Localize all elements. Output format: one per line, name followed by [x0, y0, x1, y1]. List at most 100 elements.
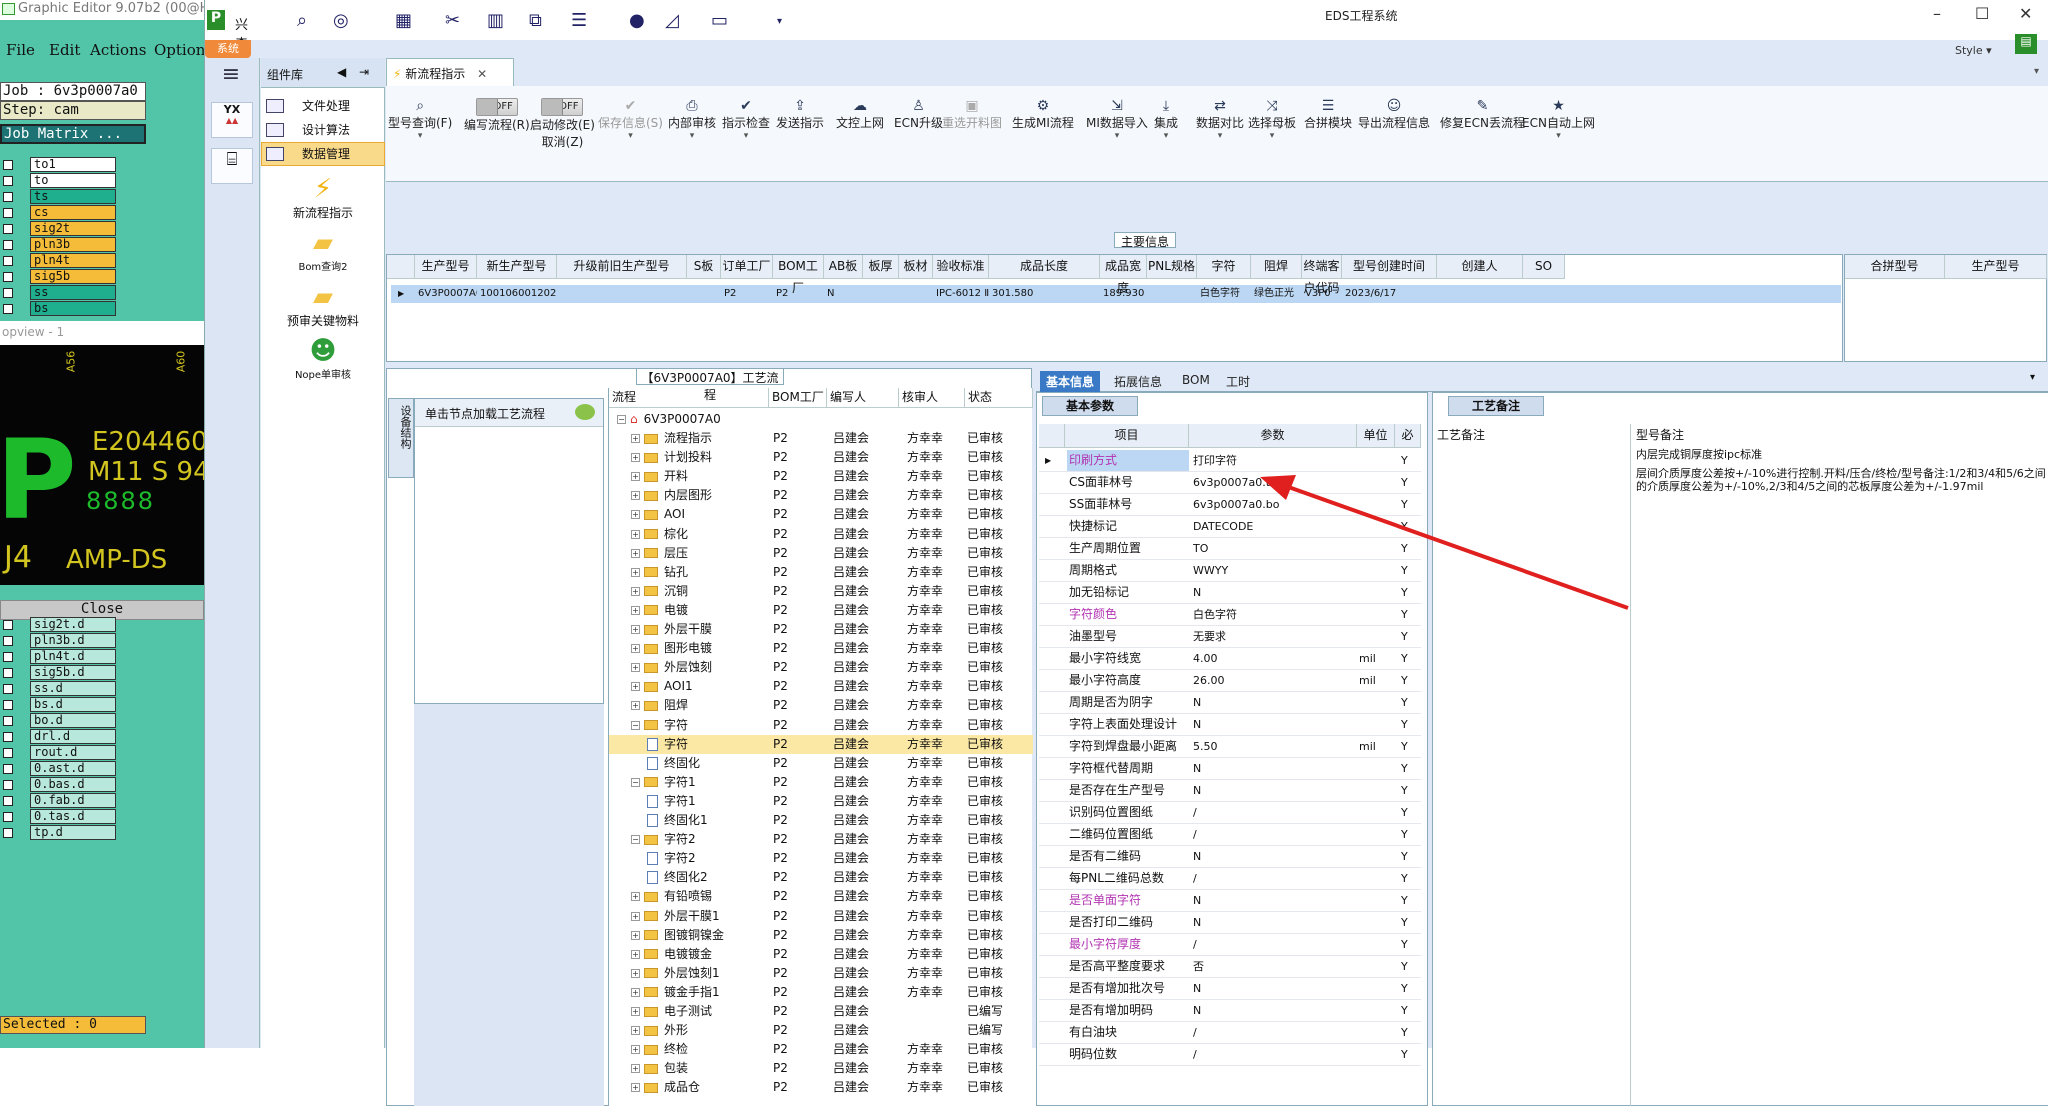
column-header[interactable]: PNL规格: [1147, 255, 1197, 279]
column-header[interactable]: 阻焊: [1251, 255, 1302, 279]
column-header[interactable]: 创建人: [1437, 255, 1523, 279]
param-row[interactable]: 字符上表面处理设计 N Y: [1039, 714, 1421, 736]
hamburger-icon[interactable]: ≡: [217, 64, 245, 86]
layer-checkbox[interactable]: [3, 272, 13, 282]
param-value[interactable]: N: [1193, 692, 1357, 713]
close-icon[interactable]: ✕: [477, 67, 487, 81]
tree-row[interactable]: 终固化2 P2 吕建会 方幸幸 已审核: [609, 868, 1033, 887]
layer-checkbox[interactable]: [3, 812, 13, 822]
job-field[interactable]: Job : 6v3p0007a0: [0, 82, 146, 101]
toolbar-button[interactable]: ⇪ 发送指示: [776, 98, 824, 131]
toolbar-button[interactable]: OFF 启动修改(E) 取消(Z): [530, 98, 595, 150]
param-row[interactable]: 二维码位置图纸 / Y: [1039, 824, 1421, 846]
expand-icon[interactable]: +: [631, 701, 640, 711]
column-header[interactable]: 单位: [1357, 424, 1395, 448]
tab-bom[interactable]: BOM: [1176, 371, 1216, 389]
toolbar-button[interactable]: ⇄ 数据对比 ▾: [1196, 98, 1244, 141]
param-value[interactable]: /: [1193, 802, 1357, 823]
pcb-view[interactable]: A56 A60 P E204460 M11 S 94V 8888 J4 AMP-…: [0, 345, 204, 585]
tab-work-hours[interactable]: 工时: [1220, 371, 1256, 392]
layer-row[interactable]: pln4t: [0, 253, 118, 269]
side-tab-equipment[interactable]: 设备结构: [388, 398, 414, 478]
expand-icon[interactable]: +: [631, 529, 640, 539]
layer-checkbox[interactable]: [3, 780, 13, 790]
param-value[interactable]: /: [1193, 868, 1357, 889]
layer-checkbox[interactable]: [3, 160, 13, 170]
chevron-down-icon[interactable]: ▾: [1248, 131, 1296, 141]
param-row[interactable]: 周期是否为阴字 N Y: [1039, 692, 1421, 714]
column-header[interactable]: 流程: [609, 388, 769, 408]
layer-checkbox[interactable]: [3, 224, 13, 234]
chart-icon[interactable]: ◿: [665, 10, 679, 31]
column-header[interactable]: 成品宽度: [1100, 255, 1147, 295]
layer-checkbox[interactable]: [3, 828, 13, 838]
tree-row[interactable]: − 字符 P2 吕建会 方幸幸 已审核: [609, 716, 1033, 735]
column-header[interactable]: 状态: [965, 388, 1033, 408]
menu-edit[interactable]: Edit: [49, 41, 80, 59]
tree-row[interactable]: + 图形电镀 P2 吕建会 方幸幸 已审核: [609, 639, 1033, 658]
precheck-material-shortcut[interactable]: ▰ 预审关键物料: [261, 282, 385, 329]
toolbar-button[interactable]: ⤓ 集成 ▾: [1154, 98, 1178, 141]
layer-row[interactable]: sig5b: [0, 269, 118, 285]
tree-row[interactable]: + 终检 P2 吕建会 方幸幸 已审核: [609, 1040, 1033, 1059]
expand-icon[interactable]: +: [631, 1083, 640, 1093]
column-header[interactable]: 升级前旧生产型号: [557, 255, 687, 279]
column-header[interactable]: AB板: [824, 255, 863, 279]
param-value[interactable]: 5.50: [1193, 736, 1357, 757]
column-header[interactable]: 必: [1395, 424, 1421, 448]
chevron-down-icon[interactable]: ▾: [1154, 131, 1178, 141]
tree-row[interactable]: + 外层干膜 P2 吕建会 方幸幸 已审核: [609, 620, 1033, 639]
param-row[interactable]: 是否有二维码 N Y: [1039, 846, 1421, 868]
expand-icon[interactable]: +: [631, 930, 640, 940]
column-header[interactable]: 字符: [1197, 255, 1251, 279]
layer-checkbox[interactable]: [3, 716, 13, 726]
tree-row[interactable]: + 成品仓 P2 吕建会 方幸幸 已审核: [609, 1078, 1033, 1097]
param-row[interactable]: 字符到焊盘最小距离 5.50 mil Y: [1039, 736, 1421, 758]
toolbar-button[interactable]: ✎ 修复ECN丢流程: [1440, 98, 1525, 131]
column-header[interactable]: 新生产型号: [477, 255, 557, 279]
layer-row[interactable]: to: [0, 173, 118, 189]
tree-row[interactable]: 字符1 P2 吕建会 方幸幸 已审核: [609, 792, 1033, 811]
param-value[interactable]: N: [1193, 912, 1357, 933]
expand-icon[interactable]: +: [631, 1064, 640, 1074]
layer-checkbox[interactable]: [3, 700, 13, 710]
maximize-icon[interactable]: ☐: [1975, 4, 1989, 23]
menu-actions[interactable]: Actions: [90, 41, 146, 59]
layer-row[interactable]: 0.ast.d: [0, 761, 118, 777]
column-header[interactable]: 板材: [899, 255, 933, 279]
expand-icon[interactable]: +: [631, 1026, 640, 1036]
collapse-icon[interactable]: −: [631, 777, 640, 787]
layer-checkbox[interactable]: [3, 684, 13, 694]
toolbar-button[interactable]: OFF 编写流程(R): [464, 98, 530, 133]
expand-icon[interactable]: +: [631, 682, 640, 692]
chevron-down-icon[interactable]: ▾: [668, 131, 716, 141]
column-header[interactable]: S板: [687, 255, 721, 279]
machine-icon[interactable]: ⌸: [211, 148, 253, 184]
tree-row[interactable]: + 外形 P2 吕建会 已编写: [609, 1021, 1033, 1040]
flow-load-hint-row[interactable]: 单击节点加载工艺流程: [415, 399, 603, 427]
tree-row[interactable]: + 开料 P2 吕建会 方幸幸 已审核: [609, 467, 1033, 486]
tree-row[interactable]: + AOI P2 吕建会 方幸幸 已审核: [609, 505, 1033, 524]
tree-row[interactable]: + 钻孔 P2 吕建会 方幸幸 已审核: [609, 563, 1033, 582]
expand-icon[interactable]: +: [631, 1045, 640, 1055]
toolbar-button[interactable]: ⤨ 选择母板 ▾: [1248, 98, 1296, 141]
layer-row[interactable]: pln4t.d: [0, 649, 118, 665]
param-value[interactable]: /: [1193, 1044, 1357, 1065]
toolbar-button[interactable]: ★ ECN自动上网 ▾: [1522, 98, 1595, 141]
tree-row[interactable]: + 电镀 P2 吕建会 方幸幸 已审核: [609, 601, 1033, 620]
layer-checkbox[interactable]: [3, 176, 13, 186]
layer-row[interactable]: rout.d: [0, 745, 118, 761]
expand-icon[interactable]: +: [631, 567, 640, 577]
new-flow-shortcut[interactable]: ⚡ 新流程指示: [261, 174, 385, 221]
system-tab[interactable]: 系统: [205, 40, 251, 58]
column-header[interactable]: 验收标准: [933, 255, 989, 279]
param-row[interactable]: 是否存在生产型号 N Y: [1039, 780, 1421, 802]
copy-icon[interactable]: ⧉: [529, 10, 542, 31]
param-value[interactable]: N: [1193, 978, 1357, 999]
expand-icon[interactable]: +: [631, 605, 640, 615]
job-matrix-button[interactable]: Job Matrix ...: [0, 124, 146, 144]
nav-file-processing[interactable]: 文件处理: [261, 94, 385, 118]
toolbar-button[interactable]: ⚙ 生成MI流程: [1012, 98, 1074, 131]
layer-checkbox[interactable]: [3, 208, 13, 218]
tree-row[interactable]: + 电子测试 P2 吕建会 已编写: [609, 1002, 1033, 1021]
